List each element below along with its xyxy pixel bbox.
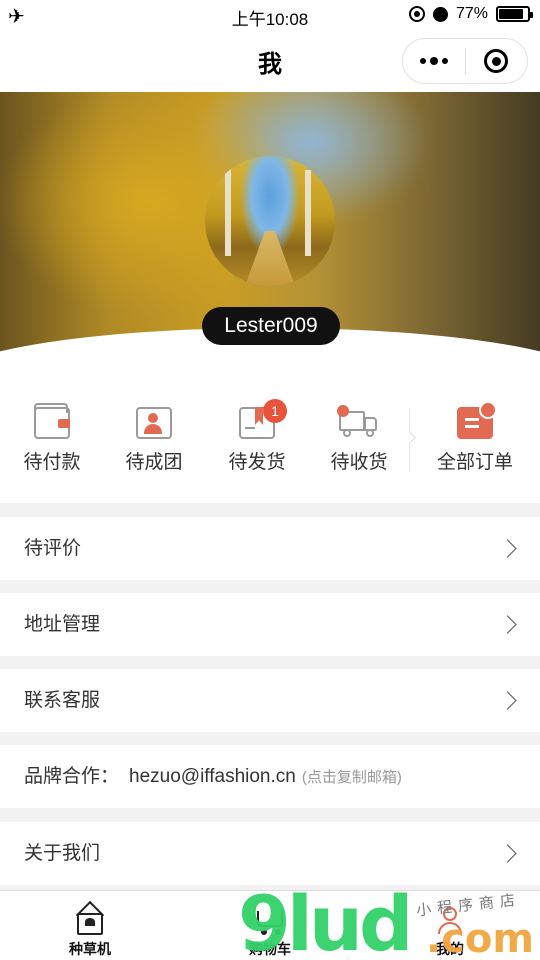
tab-label: 购物车: [249, 941, 291, 957]
more-options-icon[interactable]: [403, 56, 465, 65]
battery-icon: [496, 6, 533, 22]
rotation-lock-icon: [408, 6, 425, 22]
avatar-tree-right: [305, 170, 311, 256]
order-all[interactable]: 全部订单: [425, 401, 525, 474]
tab-mine[interactable]: 我的: [360, 891, 540, 960]
chevron-right-icon: [498, 691, 517, 710]
truck-icon: [337, 405, 379, 439]
brand-email[interactable]: hezuo@iffashion.cn: [129, 766, 296, 787]
order-pending-receipt[interactable]: 待收货: [309, 405, 409, 474]
menu-item-label: 待评价: [24, 538, 82, 559]
menu-item-brand-cooperation[interactable]: 品牌合作： hezuo@iffashion.cn (点击复制邮箱): [0, 745, 540, 808]
group-icon: [136, 407, 172, 439]
menu-item-label: 关于我们: [24, 843, 101, 864]
profile-banner: Lester009: [0, 92, 540, 375]
cart-icon: [255, 905, 285, 935]
avatar-road: [245, 231, 295, 286]
person-icon: [435, 905, 465, 935]
status-bar: ✈ 上午10:08 77%: [0, 0, 540, 32]
menu-item-address[interactable]: 地址管理: [0, 593, 540, 656]
status-right: 77%: [408, 5, 533, 23]
avatar-tree-left: [225, 166, 231, 256]
order-label: 待成团: [125, 452, 183, 473]
close-mini-program-button[interactable]: [465, 49, 527, 73]
battery-percent: 77%: [455, 5, 488, 22]
username-label: Lester009: [202, 307, 340, 345]
avatar[interactable]: [205, 156, 335, 286]
chevron-right-icon: [498, 844, 517, 863]
tab-cart[interactable]: 购物车: [180, 891, 360, 960]
house-heart-icon: [75, 900, 105, 935]
order-pending-payment[interactable]: 待付款: [2, 403, 102, 474]
nav-bar: 我: [0, 32, 540, 92]
brand-cooperation-text: 品牌合作： hezuo@iffashion.cn (点击复制邮箱): [24, 745, 402, 809]
order-pending-group[interactable]: 待成团: [104, 407, 204, 474]
copy-email-hint: (点击复制邮箱): [301, 769, 402, 786]
chevron-right-icon: [498, 539, 517, 558]
order-label: 待收货: [330, 452, 388, 473]
menu-item-label: 联系客服: [24, 690, 101, 711]
tab-bar: 种草机 购物车 我的: [0, 890, 540, 960]
brand-cooperation-label: 品牌合作：: [24, 766, 120, 787]
alarm-icon: [432, 6, 448, 22]
mini-program-capsule: [402, 38, 528, 84]
menu-item-customer-service[interactable]: 联系客服: [0, 669, 540, 732]
menu-item-about[interactable]: 关于我们: [0, 822, 540, 885]
order-pending-shipment[interactable]: 1 待发货: [207, 399, 307, 474]
tab-discover[interactable]: 种草机: [0, 891, 180, 960]
tab-label: 我的: [436, 941, 464, 957]
menu-item-review[interactable]: 待评价: [0, 517, 540, 580]
order-label: 待付款: [23, 452, 81, 473]
order-label: 待发货: [228, 452, 286, 473]
chevron-right-icon: [498, 615, 517, 634]
all-orders-icon: [457, 401, 497, 439]
order-label: 全部订单: [436, 452, 513, 473]
orders-panel: 待付款 待成团 1 待发货 待收货 全部订单: [0, 375, 540, 503]
close-target-icon: [484, 49, 509, 73]
wallet-icon: [34, 403, 70, 439]
tab-label: 种草机: [69, 941, 111, 957]
order-count-badge: 1: [263, 399, 287, 423]
menu-item-label: 地址管理: [24, 614, 101, 635]
